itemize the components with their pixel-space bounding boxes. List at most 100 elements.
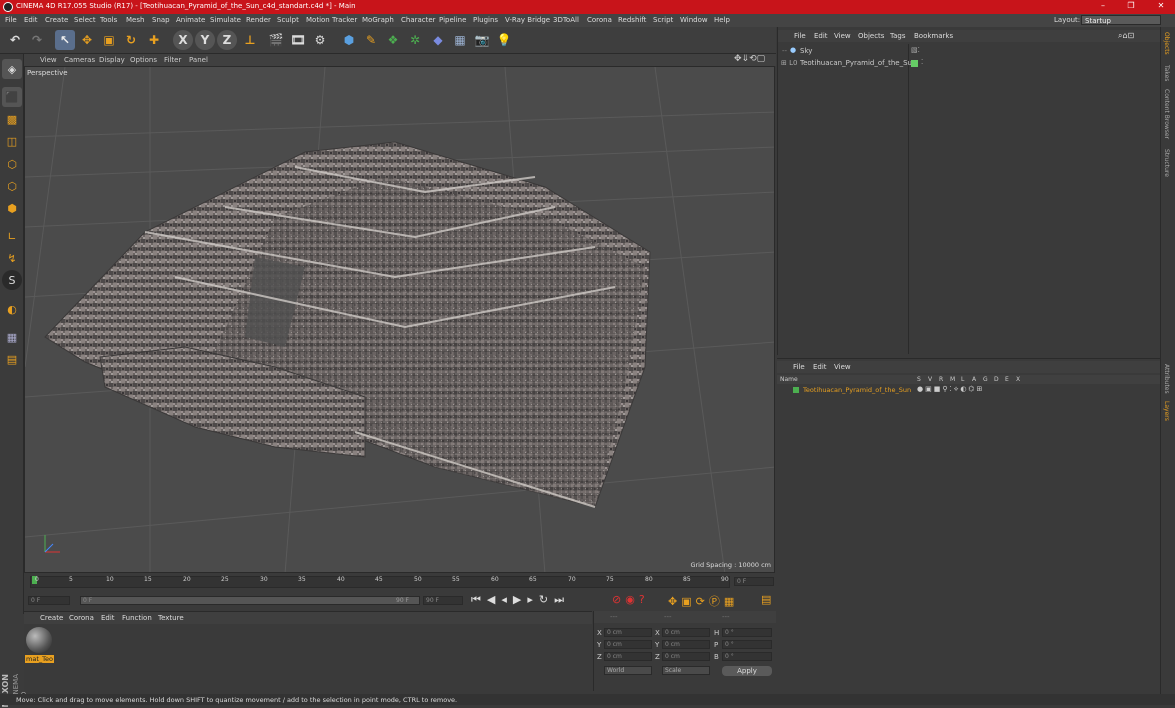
record-buttons[interactable]: ⊘◉? [612, 593, 649, 606]
scale-tool-icon[interactable]: ▣ [99, 30, 119, 50]
move-tool-icon[interactable]: ✥ [77, 30, 97, 50]
layout-dropdown[interactable]: Startup [1081, 15, 1161, 25]
minimize-button[interactable]: – [1092, 1, 1114, 13]
layer-row[interactable]: Teotihuacan_Pyramid_of_the_Sun ●▣■⚲⁚⟡◐⌬⊞ [777, 385, 1160, 395]
menu-simulate[interactable]: Simulate [210, 16, 241, 24]
menu-render[interactable]: Render [246, 16, 271, 24]
tab-objects[interactable]: Objects [1163, 32, 1170, 55]
z-axis-lock-button[interactable]: Z [217, 30, 237, 50]
end-frame-field[interactable]: 90 F [423, 596, 463, 605]
menu-vray-bridge[interactable]: V-Ray Bridge [505, 16, 550, 24]
layer-color-swatch[interactable] [793, 387, 799, 393]
menu-create[interactable]: Create [45, 16, 68, 24]
size-y-field[interactable]: 0 cm [662, 640, 710, 649]
planar-workplane-icon[interactable]: ▤ [2, 349, 22, 369]
redo-icon[interactable]: ↷ [27, 30, 47, 50]
obj-menu-view[interactable]: View [834, 32, 851, 40]
tab-takes[interactable]: Takes [1163, 65, 1170, 81]
viewport-menu-options[interactable]: Options [130, 56, 157, 64]
mat-menu-texture[interactable]: Texture [158, 614, 184, 622]
edges-mode-icon[interactable]: ⬡ [2, 176, 22, 196]
apply-button[interactable]: Apply [722, 666, 772, 676]
playback-controls[interactable]: ⏮◀◂▶▸↻⏭ [471, 593, 570, 607]
add-tool-icon[interactable]: ✚ [144, 30, 164, 50]
obj-menu-bookmarks[interactable]: Bookmarks [914, 32, 953, 40]
material-thumbnail[interactable] [26, 627, 52, 653]
expand-icon[interactable]: ⊞ L0 [781, 59, 797, 67]
soft-selection-icon[interactable]: ◐ [2, 299, 22, 319]
object-name[interactable]: Sky [800, 47, 812, 55]
render-settings-icon[interactable]: ⚙ [310, 30, 330, 50]
sky-tag-icons[interactable]: ▧⁚ [911, 46, 920, 54]
layer-flag-icons[interactable]: ●▣■⚲⁚⟡◐⌬⊞ [917, 385, 984, 394]
material-tag-icon[interactable] [911, 60, 918, 67]
layer-menu-file[interactable]: File [793, 363, 805, 371]
select-tool-icon[interactable]: ↖ [55, 30, 75, 50]
menu-animate[interactable]: Animate [176, 16, 205, 24]
render-picture-viewer-icon[interactable]: 🎞 [288, 30, 308, 50]
layer-name[interactable]: Teotihuacan_Pyramid_of_the_Sun [803, 386, 911, 394]
viewport-menu-cameras[interactable]: Cameras [64, 56, 95, 64]
obj-menu-edit[interactable]: Edit [814, 32, 828, 40]
points-mode-icon[interactable]: ⬡ [2, 154, 22, 174]
tab-structure[interactable]: Structure [1163, 149, 1170, 177]
y-axis-lock-button[interactable]: Y [195, 30, 215, 50]
menu-file[interactable]: File [5, 16, 17, 24]
scale-mode-dropdown[interactable]: Scale [662, 666, 710, 675]
object-row-pyramid[interactable]: ⊞ L0 Teotihuacan_Pyramid_of_the_Sun ⁚ [778, 57, 1161, 69]
rotation-b-field[interactable]: 0 ° [722, 652, 772, 661]
start-frame-field[interactable]: 0 F [28, 596, 70, 605]
menu-motion-tracker[interactable]: Motion Tracker [306, 16, 357, 24]
light-icon[interactable]: 💡 [494, 30, 514, 50]
viewport-nav-icons[interactable]: ✥⇓⟲▢ [734, 54, 765, 64]
mat-menu-function[interactable]: Function [122, 614, 152, 622]
material-name[interactable]: mat_Teo [25, 655, 54, 663]
lock-workplane-icon[interactable]: ▦ [2, 327, 22, 347]
visibility-dots-icon[interactable]: ⁚ [921, 58, 923, 66]
tweak-mode-icon[interactable]: ↯ [2, 248, 22, 268]
x-axis-lock-button[interactable]: X [173, 30, 193, 50]
menu-window[interactable]: Window [680, 16, 708, 24]
menu-character[interactable]: Character [401, 16, 436, 24]
current-frame-field[interactable]: 0 F [734, 577, 774, 586]
model-mode-icon[interactable]: ⬛ [2, 87, 22, 107]
position-y-field[interactable]: 0 cm [604, 640, 652, 649]
object-name[interactable]: Teotihuacan_Pyramid_of_the_Sun [800, 59, 916, 67]
axis-mode-icon[interactable]: ∟ [2, 226, 22, 246]
menu-script[interactable]: Script [653, 16, 673, 24]
timeline-editor-icon[interactable]: ▤ [761, 593, 771, 606]
camera-icon[interactable]: 📷 [472, 30, 492, 50]
cube-primitive-icon[interactable]: ⬢ [339, 30, 359, 50]
viewport-menu-filter[interactable]: Filter [164, 56, 181, 64]
menu-pipeline[interactable]: Pipeline [439, 16, 466, 24]
viewport-menu-view[interactable]: View [40, 56, 57, 64]
layer-menu-view[interactable]: View [834, 363, 851, 371]
3d-viewport[interactable]: Perspective Grid Spacing : 10000 cm [24, 66, 775, 573]
render-view-icon[interactable]: 🎬 [266, 30, 286, 50]
layer-menu-edit[interactable]: Edit [813, 363, 827, 371]
preview-range-slider[interactable]: 0 F [80, 596, 420, 605]
object-search-icons[interactable]: ⌕⌂⊡ [1118, 31, 1134, 41]
tab-attributes[interactable]: Attributes [1163, 364, 1170, 394]
menu-sculpt[interactable]: Sculpt [277, 16, 299, 24]
menu-snap[interactable]: Snap [152, 16, 170, 24]
size-x-field[interactable]: 0 cm [662, 628, 710, 637]
keyframe-buttons[interactable]: ✥▣⟳Ⓟ▦ [668, 593, 738, 609]
menu-mograph[interactable]: MoGraph [362, 16, 394, 24]
menu-tools[interactable]: Tools [100, 16, 117, 24]
tab-content-browser[interactable]: Content Browser [1163, 89, 1170, 139]
mat-menu-edit[interactable]: Edit [101, 614, 115, 622]
position-x-field[interactable]: 0 cm [604, 628, 652, 637]
viewport-menu-panel[interactable]: Panel [189, 56, 208, 64]
menu-redshift[interactable]: Redshift [618, 16, 646, 24]
array-generator-icon[interactable]: ✲ [405, 30, 425, 50]
make-editable-icon[interactable]: ◈ [2, 59, 22, 79]
mat-menu-create[interactable]: Create [40, 614, 63, 622]
snap-icon[interactable]: S [2, 270, 22, 290]
menu-plugins[interactable]: Plugins [473, 16, 498, 24]
coordinate-system-icon[interactable]: ⊥ [240, 30, 260, 50]
object-row-sky[interactable]: -- ● Sky ▧⁚ [778, 45, 1161, 57]
obj-menu-file[interactable]: File [794, 32, 806, 40]
menu-corona[interactable]: Corona [587, 16, 612, 24]
pen-spline-icon[interactable]: ✎ [361, 30, 381, 50]
